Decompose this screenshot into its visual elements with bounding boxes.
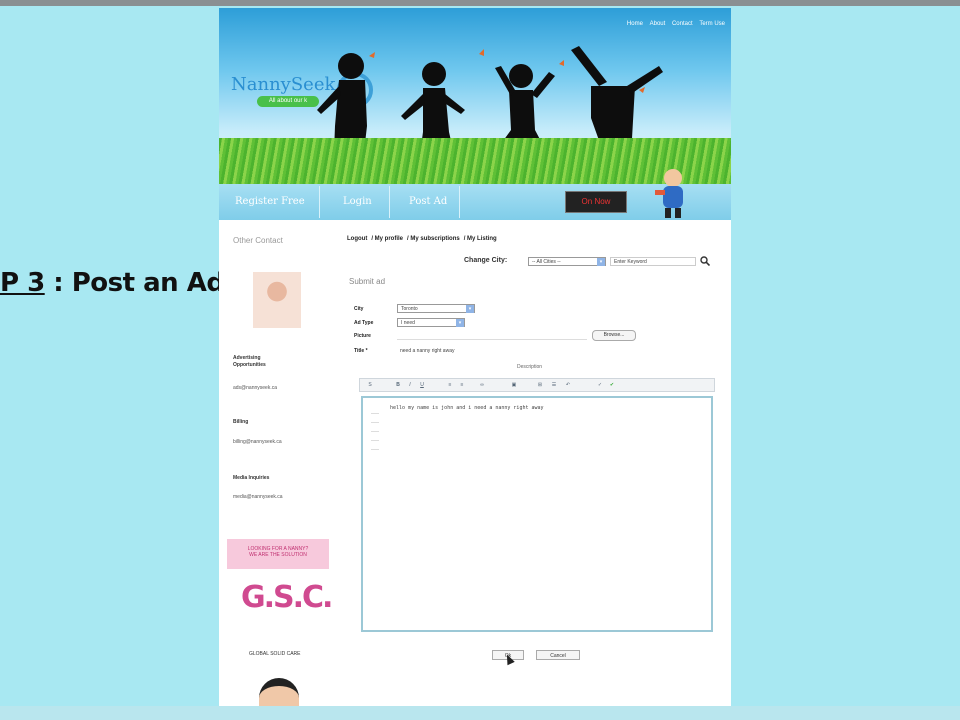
step-number: P 3 [0,268,45,298]
nav-divider [389,186,390,218]
nav-login[interactable]: Login [343,196,372,207]
website-page: Home About Contact Term Use NannySeek Al… [219,8,731,706]
banner-subtext: WE ARE THE SOLUTION [249,552,307,558]
ad-type-label: Ad Type [354,320,374,326]
description-editor[interactable]: hello my name is john and i need a nanny… [361,396,713,632]
site-header: Home About Contact Term Use NannySeek Al… [219,8,731,184]
underline-icon[interactable]: U [418,382,426,388]
italic-icon[interactable]: I [406,382,414,388]
sidebar-label-advertising: Advertising Opportunities [233,355,266,368]
change-city-label: Change City: [464,257,508,264]
chevron-down-icon: ▾ [456,319,464,327]
my-profile-link[interactable]: My profile [375,236,403,242]
align-left-icon[interactable]: ≡ [446,382,454,388]
search-icon[interactable] [700,256,710,266]
logout-link[interactable]: Logout [347,236,367,242]
description-label: Description [517,364,543,370]
submit-ad-title: Submit ad [349,277,386,286]
user-nav: Logout / My profile / My subscriptions / My… [347,236,497,242]
check-icon[interactable]: ✔ [608,382,616,388]
city-select-value: Toronto [401,306,418,312]
mascot-character-illustration [655,169,683,218]
top-link-about[interactable]: About [650,21,666,27]
nav-banner-ad[interactable]: On Now [565,191,627,213]
step-caption: P 3 : Post an Ad [0,268,225,298]
main-content: Logout / My profile / My subscriptions / My… [337,220,731,706]
top-link-contact[interactable]: Contact [672,21,693,27]
sidebar: Other Contact Advertising Opportunities … [219,220,333,706]
table-icon[interactable]: ⊞ [536,382,544,388]
nav-divider [459,186,460,218]
sidebar-email-billing[interactable]: billing@nannyseek.ca [233,439,282,445]
sidebar-title: Other Contact [233,236,283,245]
city-filter-select[interactable]: -- All Cities -- ▾ [528,257,606,266]
step-title: : Post an Ad [53,268,225,298]
editor-toolbar: S B I U ≡ ≡ ∞ ▣ ⊞ ☰ ↶ ✓ ✔ [359,378,715,392]
city-select[interactable]: Toronto ▾ [397,304,475,313]
nanny-banner-ad[interactable]: LOOKING FOR A NANNY? WE ARE THE SOLUTION [227,539,329,569]
undo-icon[interactable]: ↶ [564,382,572,388]
image-icon[interactable]: ▣ [510,382,518,388]
picture-file-field[interactable] [397,331,587,340]
top-link-home[interactable]: Home [627,21,643,27]
sidebar-label-billing: Billing [233,419,249,425]
title-label: Title * [354,348,368,354]
browse-button[interactable]: Browse... [592,330,636,341]
line-marker [371,444,379,450]
sidebar-portrait-image [259,678,299,706]
city-field-label: City [354,306,364,312]
nav-post-ad[interactable]: Post Ad [409,196,447,207]
editor-line-gutter [371,408,379,453]
keyword-search-input[interactable]: Enter Keyword [610,257,696,266]
nav-register-free[interactable]: Register Free [235,196,305,207]
chevron-down-icon: ▾ [466,305,474,313]
link-icon[interactable]: ∞ [478,382,486,388]
bottom-bar [0,706,960,720]
bold-icon[interactable]: B [394,382,402,388]
nav-divider [319,186,320,218]
align-center-icon[interactable]: ≡ [458,382,466,388]
city-filter-value: -- All Cities -- [532,259,561,265]
line-marker [371,417,379,423]
picture-label: Picture [354,333,371,339]
spellcheck-icon[interactable]: ✓ [596,382,604,388]
my-subscriptions-link[interactable]: My subscriptions [410,236,459,242]
gsc-subtitle: GLOBAL SOLID CARE [249,651,301,657]
top-links: Home About Contact Term Use [622,21,725,27]
keyword-placeholder: Enter Keyword [614,259,647,265]
ad-type-value: I need [401,320,415,326]
editor-content: hello my name is john and i need a nanny… [390,405,544,411]
gsc-logo[interactable]: G.S.C. [241,580,333,615]
top-link-terms[interactable]: Term Use [699,21,725,27]
window-top-bar [0,0,960,6]
list-icon[interactable]: ☰ [550,382,558,388]
cancel-button[interactable]: Cancel [536,650,580,660]
sidebar-email-media[interactable]: media@nannyseek.ca [233,494,283,500]
sidebar-email-advertising[interactable]: ads@nannyseek.ca [233,385,277,391]
line-marker [371,408,379,414]
source-icon[interactable]: S [366,382,374,388]
sidebar-label-media: Media Inquiries [233,475,270,481]
line-marker [371,435,379,441]
ad-type-select[interactable]: I need ▾ [397,318,465,327]
contact-photo [253,272,301,328]
my-listing-link[interactable]: My Listing [467,236,497,242]
title-input[interactable]: need a nanny right away [400,348,454,354]
line-marker [371,426,379,432]
chevron-down-icon: ▾ [597,258,605,266]
